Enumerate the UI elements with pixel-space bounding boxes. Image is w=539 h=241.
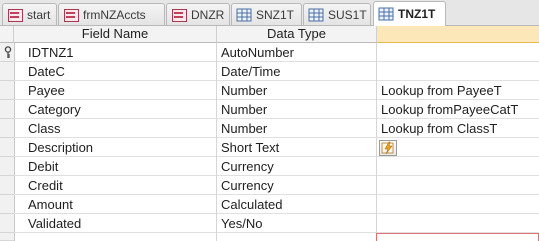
field-name-cell[interactable]: Category [14, 100, 217, 119]
field-name-cell[interactable]: Debit [14, 157, 217, 176]
data-type-cell[interactable] [217, 233, 377, 241]
tab-label: DNZR [191, 7, 225, 22]
description-cell[interactable]: Lookup from PayeeT [377, 81, 539, 100]
tab-tnz1t[interactable]: TNZ1T [373, 1, 446, 26]
tab-label: TNZ1T [398, 7, 436, 21]
field-name-cell[interactable]: Validated [14, 214, 217, 233]
table-row[interactable]: Class Number Lookup from ClassT [14, 119, 539, 138]
header-data-type: Data Type [217, 26, 377, 43]
field-name-cell[interactable]: Description [14, 138, 217, 157]
lightning-icon [381, 141, 394, 155]
table-icon [308, 8, 324, 21]
table-design-grid: Field Name Data Type IDTNZ1 AutoNumber D… [0, 26, 539, 241]
tab-label: SUS1T [328, 7, 367, 22]
table-row[interactable]: Credit Currency [14, 176, 539, 195]
description-cell[interactable] [377, 62, 539, 81]
form-icon [171, 8, 187, 22]
row-selector[interactable] [0, 81, 14, 100]
row-selector[interactable] [0, 195, 14, 214]
row-selector[interactable] [0, 138, 14, 157]
table-row[interactable]: IDTNZ1 AutoNumber [14, 43, 539, 62]
primary-key-icon [4, 46, 12, 58]
header-description [377, 26, 539, 43]
field-name-cell[interactable]: DateC [14, 62, 217, 81]
tab-start[interactable]: start [2, 3, 57, 25]
row-selector[interactable] [0, 233, 14, 241]
tab-frmnzaccts[interactable]: frmNZAccts [58, 3, 165, 25]
tab-dnzr[interactable]: DNZR [166, 3, 230, 25]
corner-header [0, 26, 14, 43]
row-selector[interactable] [0, 214, 14, 233]
field-name-cell[interactable]: Payee [14, 81, 217, 100]
data-type-cell[interactable]: Yes/No [217, 214, 377, 233]
table-icon [378, 7, 394, 21]
row-selector[interactable] [0, 176, 14, 195]
field-name-cell[interactable]: IDTNZ1 [14, 43, 217, 62]
table-row[interactable]: Amount Calculated [14, 195, 539, 214]
data-type-cell[interactable]: Currency [217, 157, 377, 176]
field-name-cell[interactable]: Class [14, 119, 217, 138]
data-type-cell[interactable]: Number [217, 81, 377, 100]
description-cell[interactable]: Lookup from ClassT [377, 119, 539, 138]
data-type-cell[interactable]: Number [217, 119, 377, 138]
description-cell[interactable] [377, 195, 539, 214]
data-type-cell[interactable]: AutoNumber [217, 43, 377, 62]
description-cell[interactable] [377, 176, 539, 195]
table-row[interactable]: Category Number Lookup fromPayeeCatT [14, 100, 539, 119]
data-type-cell[interactable]: Calculated [217, 195, 377, 214]
form-icon [7, 8, 23, 22]
description-cell[interactable]: Lookup fromPayeeCatT [377, 100, 539, 119]
table-icon [236, 8, 252, 21]
table-row[interactable]: Validated Yes/No [14, 214, 539, 233]
data-type-cell[interactable]: Currency [217, 176, 377, 195]
table-row[interactable]: Payee Number Lookup from PayeeT [14, 81, 539, 100]
table-row[interactable]: Description Short Text [14, 138, 539, 157]
table-row[interactable]: Debit Currency [14, 157, 539, 176]
row-selector[interactable] [0, 100, 14, 119]
form-icon [63, 8, 79, 22]
description-cell[interactable] [377, 138, 539, 157]
tab-label: start [27, 7, 51, 22]
field-name-cell[interactable]: Credit [14, 176, 217, 195]
row-selector[interactable] [0, 62, 14, 81]
data-type-cell[interactable]: Short Text [217, 138, 377, 157]
field-name-cell[interactable]: Amount [14, 195, 217, 214]
table-row[interactable]: DateC Date/Time [14, 62, 539, 81]
tab-label: SNZ1T [256, 7, 295, 22]
description-cell[interactable] [377, 157, 539, 176]
tab-sus1t[interactable]: SUS1T [303, 3, 371, 25]
row-selector[interactable] [0, 119, 14, 138]
header-field-name: Field Name [14, 26, 217, 43]
tab-snz1t[interactable]: SNZ1T [231, 3, 302, 25]
tab-label: frmNZAccts [83, 7, 146, 22]
data-type-cell[interactable]: Number [217, 100, 377, 119]
document-tab-strip: start frmNZAccts DNZR SNZ1T SUS1T TNZ1T [0, 0, 539, 26]
property-update-options-button[interactable] [379, 140, 397, 156]
description-cell[interactable] [377, 43, 539, 62]
field-name-cell[interactable] [14, 233, 217, 241]
data-type-cell[interactable]: Date/Time [217, 62, 377, 81]
row-selector[interactable] [0, 157, 14, 176]
active-cell-outline [376, 233, 539, 241]
description-cell[interactable] [377, 214, 539, 233]
